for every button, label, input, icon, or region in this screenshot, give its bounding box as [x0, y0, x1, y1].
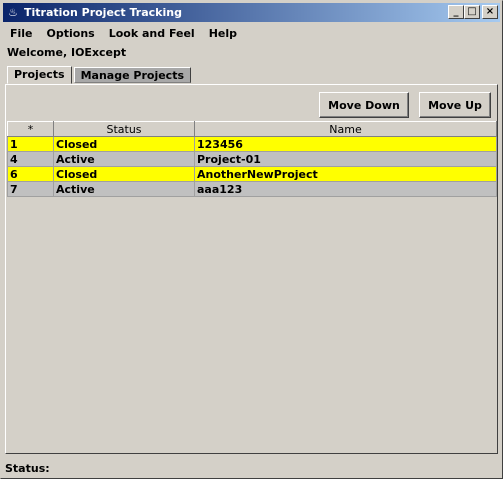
column-header-name[interactable]: Name	[194, 121, 497, 137]
manage-projects-panel: Move Down Move Up * Status Name 1 Closed…	[5, 84, 498, 454]
cell-id: 7	[7, 181, 54, 197]
tab-manage-projects[interactable]: Manage Projects	[73, 67, 191, 83]
move-down-button[interactable]: Move Down	[319, 92, 409, 118]
cell-name: AnotherNewProject	[194, 166, 497, 182]
status-bar: Status:	[5, 462, 50, 475]
window-title: Titration Project Tracking	[24, 6, 182, 19]
move-up-button[interactable]: Move Up	[419, 92, 491, 118]
menu-help[interactable]: Help	[202, 27, 244, 40]
menu-bar: File Options Look and Feel Help	[3, 23, 500, 43]
tab-projects[interactable]: Projects	[7, 66, 72, 84]
cell-name: 123456	[194, 136, 497, 152]
table-row[interactable]: 4 Active Project-01	[7, 151, 497, 167]
java-cup-icon: ♨	[8, 6, 18, 19]
maximize-button[interactable]: □	[464, 5, 480, 19]
close-button[interactable]: ×	[482, 5, 498, 19]
menu-look-and-feel[interactable]: Look and Feel	[102, 27, 202, 40]
cell-id: 4	[7, 151, 54, 167]
title-bar[interactable]: ♨ Titration Project Tracking _ □ ×	[3, 3, 500, 22]
cell-name: aaa123	[194, 181, 497, 197]
cell-status: Closed	[53, 136, 195, 152]
projects-table: * Status Name 1 Closed 123456 4 Active P…	[7, 121, 497, 197]
tab-strip: Projects Manage Projects	[7, 66, 193, 84]
menu-options[interactable]: Options	[40, 27, 102, 40]
cell-status: Active	[53, 151, 195, 167]
table-row[interactable]: 7 Active aaa123	[7, 181, 497, 197]
cell-status: Closed	[53, 166, 195, 182]
cell-id: 6	[7, 166, 54, 182]
main-window: ♨ Titration Project Tracking _ □ × File …	[0, 0, 503, 479]
cell-id: 1	[7, 136, 54, 152]
welcome-label: Welcome, IOExcept	[7, 46, 127, 59]
table-row[interactable]: 1 Closed 123456	[7, 136, 497, 152]
table-header: * Status Name	[7, 121, 497, 137]
table-row[interactable]: 6 Closed AnotherNewProject	[7, 166, 497, 182]
column-header-id[interactable]: *	[7, 121, 54, 137]
cell-name: Project-01	[194, 151, 497, 167]
window-controls: _ □ ×	[448, 5, 498, 19]
minimize-button[interactable]: _	[448, 5, 464, 19]
column-header-status[interactable]: Status	[53, 121, 195, 137]
menu-file[interactable]: File	[3, 27, 40, 40]
cell-status: Active	[53, 181, 195, 197]
